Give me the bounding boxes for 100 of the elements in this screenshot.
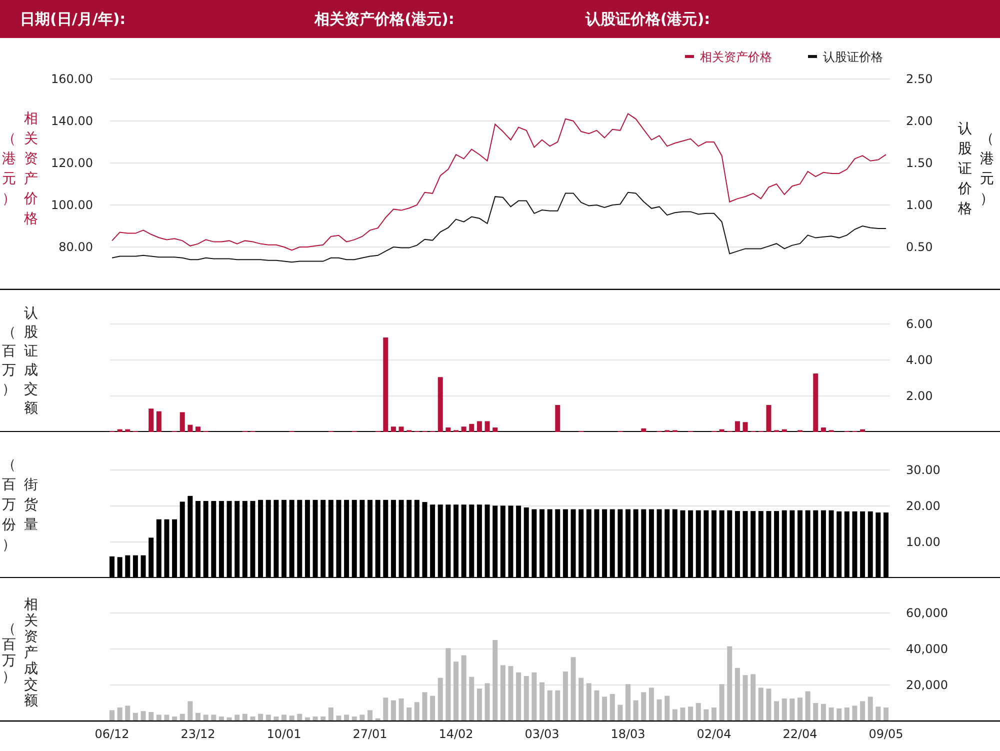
bar bbox=[860, 701, 866, 721]
axis-title: 认股证成交额 bbox=[24, 306, 38, 416]
bar bbox=[226, 717, 232, 721]
axis-tick-label: 140.00 bbox=[51, 114, 93, 128]
bar bbox=[320, 716, 326, 721]
bar bbox=[648, 688, 654, 721]
bar bbox=[774, 701, 780, 721]
axis-tick-label: 4.00 bbox=[906, 353, 933, 367]
bar bbox=[782, 698, 787, 721]
bar bbox=[422, 692, 428, 721]
bar bbox=[336, 716, 342, 721]
bar bbox=[555, 405, 560, 432]
bar bbox=[868, 696, 873, 721]
bar bbox=[586, 683, 592, 721]
bar bbox=[813, 374, 818, 432]
bar bbox=[742, 675, 748, 721]
axis-tick-label: 20.00 bbox=[906, 499, 940, 513]
bar bbox=[110, 710, 114, 721]
bar bbox=[688, 706, 694, 721]
bar bbox=[594, 690, 600, 721]
bar bbox=[742, 422, 748, 432]
bar bbox=[508, 666, 514, 721]
bar bbox=[117, 429, 122, 432]
axis-tick-label: 09/05 bbox=[868, 727, 904, 741]
bar bbox=[860, 429, 866, 432]
bar bbox=[125, 706, 130, 721]
bar bbox=[148, 712, 154, 721]
bar bbox=[641, 692, 646, 721]
bar bbox=[719, 429, 724, 432]
axis-tick-label: 160.00 bbox=[51, 72, 93, 86]
bar bbox=[633, 700, 638, 721]
bar bbox=[719, 684, 724, 721]
axis-tick-label: 100.00 bbox=[51, 198, 93, 212]
bar bbox=[540, 682, 544, 721]
bar bbox=[704, 709, 709, 721]
bar bbox=[430, 696, 436, 721]
bar bbox=[641, 428, 646, 432]
bar bbox=[876, 706, 881, 721]
bar bbox=[438, 678, 443, 721]
axis-unit: （百万） bbox=[2, 324, 16, 398]
bar bbox=[148, 408, 154, 432]
bar bbox=[844, 708, 850, 721]
bar bbox=[828, 708, 834, 721]
bar bbox=[532, 672, 537, 721]
bar bbox=[156, 714, 162, 721]
bar bbox=[656, 699, 662, 721]
bar bbox=[438, 377, 443, 432]
axis-tick-label: 6.00 bbox=[906, 317, 933, 331]
axis-tick-label: 2.00 bbox=[906, 389, 933, 403]
axis-tick-label: 120.00 bbox=[51, 156, 93, 170]
bar bbox=[375, 718, 380, 721]
axis-tick-label: 18/03 bbox=[610, 727, 646, 741]
bar bbox=[328, 708, 334, 721]
bar bbox=[524, 676, 529, 721]
bar bbox=[446, 428, 451, 432]
bar bbox=[164, 714, 170, 721]
bar bbox=[484, 683, 490, 721]
axis-unit: （港元） bbox=[980, 131, 994, 207]
bar bbox=[414, 702, 420, 721]
bar bbox=[805, 691, 810, 721]
bar bbox=[820, 428, 826, 432]
bar bbox=[516, 672, 522, 721]
axis-title: 认股证价格 bbox=[958, 121, 972, 217]
bar bbox=[250, 716, 256, 721]
bar bbox=[610, 694, 615, 721]
bar bbox=[312, 716, 318, 721]
axis-tick-label: 02/04 bbox=[696, 727, 732, 741]
bar bbox=[188, 424, 193, 432]
axis-tick-label: 1.00 bbox=[906, 198, 933, 212]
bar bbox=[297, 714, 302, 721]
header-label: 相关资产价格(港元): bbox=[314, 10, 454, 28]
bar bbox=[852, 706, 858, 721]
bar bbox=[125, 429, 130, 432]
axis-tick-label: 27/01 bbox=[352, 727, 388, 741]
bar bbox=[289, 716, 294, 721]
axis-tick-label: 80.00 bbox=[58, 240, 93, 254]
header-label: 日期(日/月/年): bbox=[20, 10, 126, 28]
bar bbox=[266, 714, 271, 721]
bar bbox=[383, 698, 388, 721]
bar bbox=[492, 428, 498, 432]
bar bbox=[555, 690, 560, 721]
axis-tick-label: 30.00 bbox=[906, 463, 940, 477]
bar bbox=[461, 426, 466, 432]
axis-tick-label: 22/04 bbox=[782, 727, 818, 741]
bar bbox=[454, 662, 458, 721]
axis-unit: （港元） bbox=[2, 131, 16, 207]
bar bbox=[750, 674, 756, 721]
bar bbox=[696, 703, 701, 721]
bar bbox=[820, 704, 826, 721]
bar bbox=[461, 655, 466, 721]
axis-tick-label: 2.00 bbox=[906, 114, 933, 128]
bar bbox=[884, 708, 888, 721]
bar bbox=[390, 426, 396, 432]
bar bbox=[390, 700, 396, 721]
bar bbox=[734, 668, 740, 721]
bar bbox=[790, 698, 795, 721]
bar bbox=[680, 708, 686, 721]
bar bbox=[352, 716, 357, 721]
bar bbox=[398, 698, 404, 721]
bar bbox=[203, 714, 208, 721]
